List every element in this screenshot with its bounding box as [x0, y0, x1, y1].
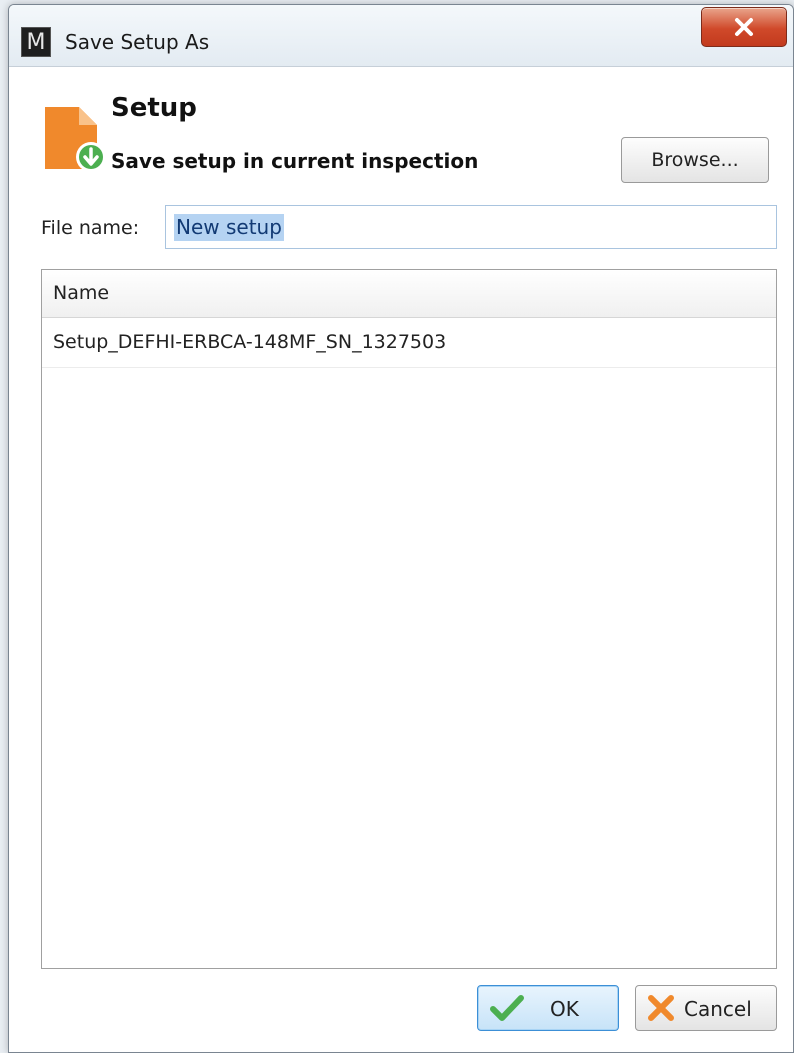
- document-download-icon: [45, 107, 106, 172]
- setup-heading: Setup: [111, 93, 197, 123]
- file-name-input[interactable]: New setup: [165, 205, 777, 249]
- save-setup-dialog: M Save Setup As Setup Save setup in curr…: [8, 4, 794, 1053]
- file-name-value: New setup: [174, 214, 284, 241]
- window-title: Save Setup As: [65, 30, 210, 54]
- browse-button[interactable]: Browse...: [621, 137, 769, 183]
- column-header-name[interactable]: Name: [42, 270, 776, 318]
- setup-list[interactable]: Name Setup_DEFHI-ERBCA-148MF_SN_1327503: [41, 269, 777, 969]
- app-logo-icon: M: [21, 27, 51, 57]
- cancel-label: Cancel: [684, 997, 752, 1021]
- title-bar[interactable]: M Save Setup As: [9, 5, 793, 67]
- column-header-label: Name: [53, 282, 110, 304]
- close-icon: [735, 18, 753, 36]
- dialog-content: Setup Save setup in current inspection B…: [9, 67, 793, 1052]
- setup-subheading: Save setup in current inspection: [111, 149, 479, 173]
- ok-button[interactable]: OK: [477, 985, 619, 1031]
- ok-label: OK: [550, 997, 579, 1021]
- file-name-label: File name:: [41, 217, 140, 239]
- checkmark-icon: [490, 995, 524, 1021]
- x-icon: [648, 995, 674, 1021]
- list-item-label: Setup_DEFHI-ERBCA-148MF_SN_1327503: [53, 331, 447, 353]
- close-button[interactable]: [701, 7, 787, 47]
- cancel-button[interactable]: Cancel: [635, 985, 777, 1031]
- list-item[interactable]: Setup_DEFHI-ERBCA-148MF_SN_1327503: [42, 318, 776, 368]
